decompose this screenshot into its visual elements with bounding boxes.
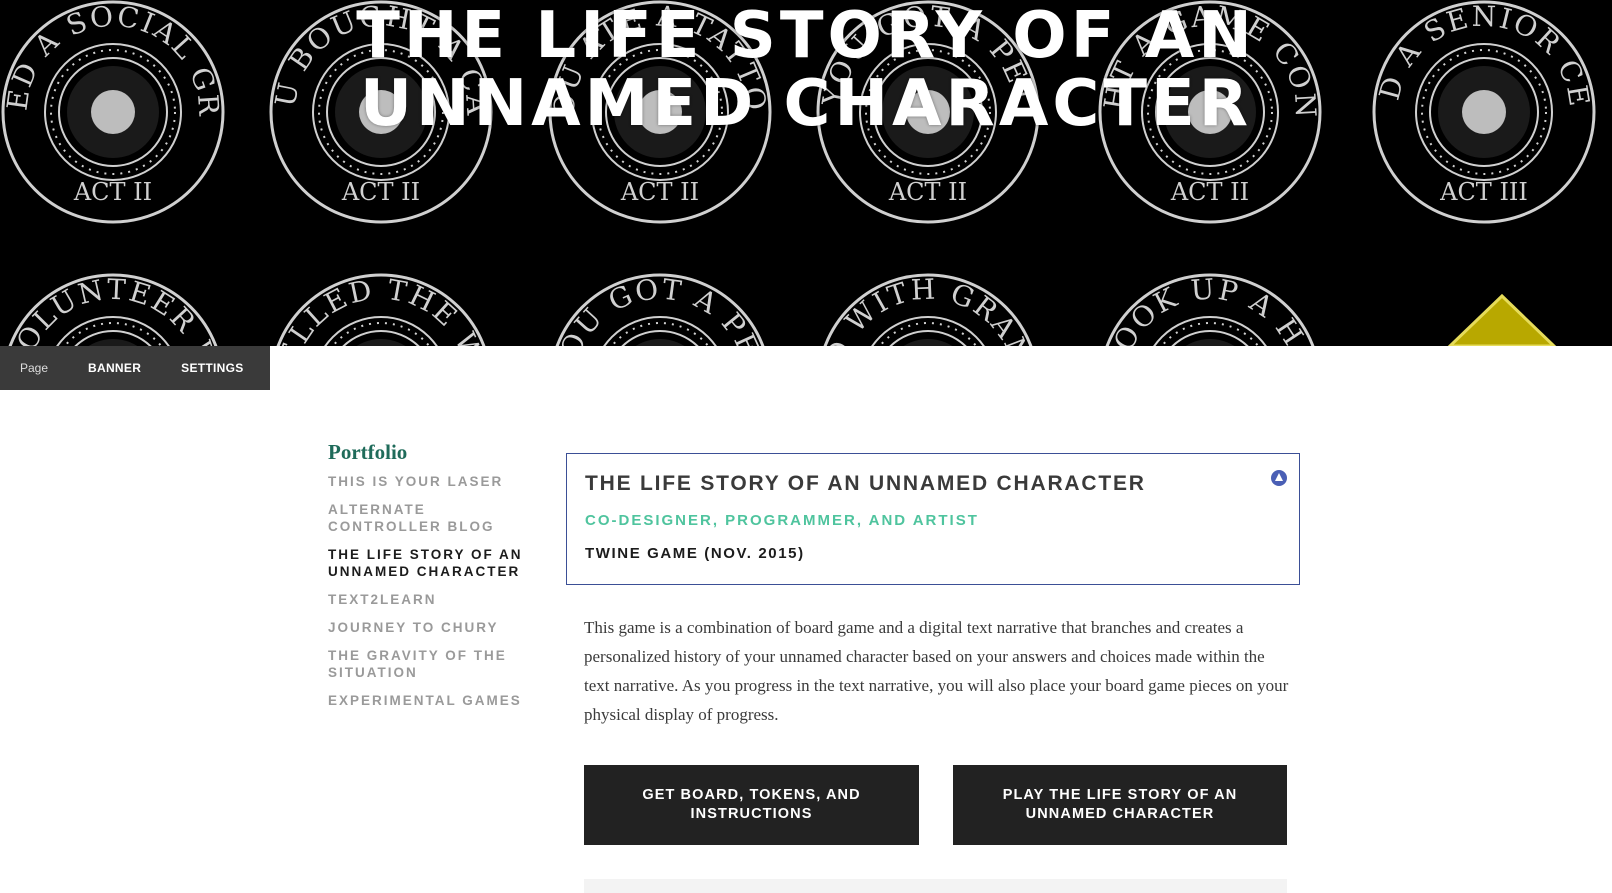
sidebar-item-experimental-games[interactable]: EXPERIMENTAL GAMES [328,692,538,709]
sidebar-item-this-is-your-laser[interactable]: THIS IS YOUR LASER [328,473,538,490]
banner: JOINED A SOCIAL GROUPACT IIYOU BOUGHT A … [0,0,1612,346]
sidebar-item-life-story[interactable]: THE LIFE STORY OF AN UNNAMED CHARACTER [328,546,538,580]
settings-toolbar-button[interactable]: SETTINGS [161,346,263,390]
badge-act-text: ACT II [620,178,699,206]
sidebar-heading[interactable]: Portfolio [328,440,538,465]
sidebar-item-alternate-controller-blog[interactable]: ALTERNATE CONTROLLER BLOG [328,501,538,535]
badge-arc-text: VOLUNTEER W [2,273,225,346]
banner-title-line1: THE LIFE STORY OF AN [356,0,1256,73]
get-board-button[interactable]: GET BOARD, TOKENS, AND INSTRUCTIONS [584,765,919,845]
badge-arc-text: D WITH GRAN [819,273,1038,346]
portfolio-sidebar: Portfolio THIS IS YOUR LASER ALTERNATE C… [328,440,538,720]
edit-toolbar: Page BANNER SETTINGS [0,346,270,390]
badge-arc-text: TOOK UP A HO [1099,272,1321,346]
badge-act-text: ACT II [73,178,152,206]
page-toolbar-button[interactable]: Page [0,346,68,390]
sidebar-item-journey-to-chury[interactable]: JOURNEY TO CHURY [328,619,538,636]
gold-badge-shape [1447,293,1557,346]
project-description: This game is a combination of board game… [584,618,1289,724]
achievement-badge: D WITH GRAN [819,273,1038,346]
banner-toolbar-button[interactable]: BANNER [68,346,161,390]
badge-arc-text: ELLED THE W [272,273,490,346]
banner-title: THE LIFE STORY OF AN UNNAMED CHARACTER [0,0,1612,138]
project-subtitle: TWINE GAME (NOV. 2015) [585,545,805,562]
badge-act-text: ACT II [888,178,967,206]
banner-title-line2: UNNAMED CHARACTER [360,67,1252,141]
sidebar-item-gravity-of-situation[interactable]: THE GRAVITY OF THE SITUATION [328,647,538,681]
project-header-card: THE LIFE STORY OF AN UNNAMED CHARACTER C… [566,453,1300,585]
achievement-badge: ELLED THE W [272,273,490,346]
badge-act-text: ACT III [1439,178,1528,206]
sidebar-list: THIS IS YOUR LASER ALTERNATE CONTROLLER … [328,473,538,709]
scroll-top-icon[interactable] [1271,470,1287,486]
content-divider [584,879,1287,893]
badge-arc-text: YOU GOT A PET [548,272,772,346]
achievement-badge: YOU GOT A PET [548,272,772,346]
achievement-badge: VOLUNTEER W [2,273,225,346]
project-role: CO-DESIGNER, PROGRAMMER, AND ARTIST [585,512,979,529]
play-game-button[interactable]: PLAY THE LIFE STORY OF AN UNNAMED CHARAC… [953,765,1287,845]
badge-act-text: ACT II [341,178,420,206]
badge-act-text: ACT II [1170,178,1249,206]
achievement-badge: TOOK UP A HO [1099,272,1321,346]
sidebar-item-text2learn[interactable]: TEXT2LEARN [328,591,538,608]
project-title: THE LIFE STORY OF AN UNNAMED CHARACTER [585,472,1146,495]
